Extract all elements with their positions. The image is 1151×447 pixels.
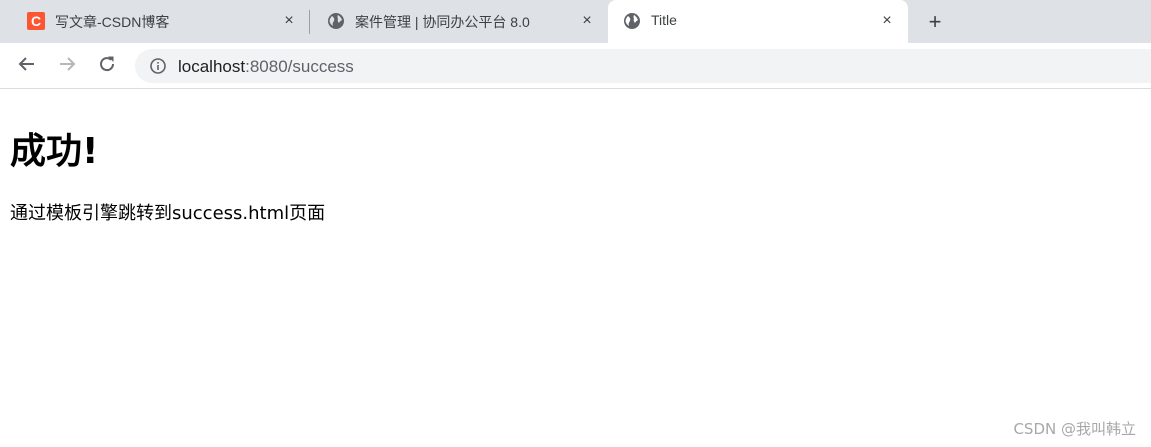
close-icon[interactable]: × [578,12,596,30]
tab-title-active[interactable]: Title × [608,0,908,43]
tab-strip: C 写文章-CSDN博客 × 案件管理 | 协同办公平台 8.0 × Title… [0,0,1151,43]
tab-case-management[interactable]: 案件管理 | 协同办公平台 8.0 × [312,0,608,43]
browser-toolbar: localhost:8080/success [0,43,1151,89]
info-icon[interactable] [149,57,167,75]
page-content: 成功! 通过模板引擎跳转到success.html页面 [0,89,1151,447]
url-text: localhost:8080/success [178,57,354,77]
page-text: 通过模板引擎跳转到success.html页面 [10,203,326,224]
close-icon[interactable]: × [280,12,298,30]
close-icon[interactable]: × [878,12,896,30]
arrow-right-icon [57,54,77,79]
new-tab-button[interactable]: + [922,9,948,35]
svg-text:C: C [31,13,41,29]
url-host: localhost [178,57,246,76]
globe-icon [622,11,642,31]
tab-separator [309,10,310,34]
arrow-left-icon [17,54,37,79]
address-bar[interactable]: localhost:8080/success [135,49,1151,83]
page-heading: 成功! [10,131,99,172]
globe-icon [326,11,346,31]
watermark: CSDN @我叫韩立 [1013,420,1136,438]
tab-csdn[interactable]: C 写文章-CSDN博客 × [12,0,312,43]
back-button[interactable] [14,53,40,79]
tab-title: Title [651,12,677,28]
tab-title: 写文章-CSDN博客 [55,14,170,30]
tab-title: 案件管理 | 协同办公平台 8.0 [355,14,530,30]
csdn-logo-icon: C [26,11,46,31]
forward-button[interactable] [54,53,80,79]
reload-icon [97,54,117,79]
reload-button[interactable] [94,53,120,79]
url-path: :8080/success [245,57,354,76]
